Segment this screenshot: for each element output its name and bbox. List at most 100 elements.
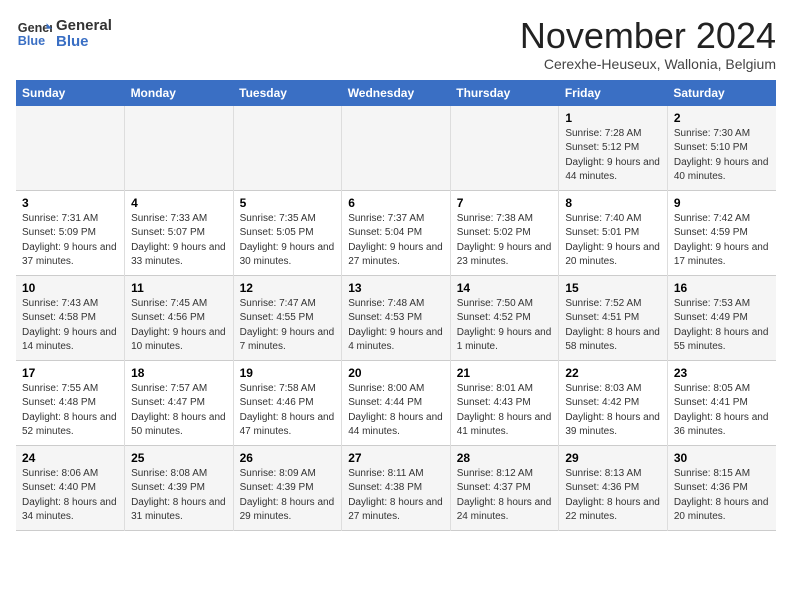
cell-w5-d7: 30Sunrise: 8:15 AM Sunset: 4:36 PM Dayli…: [667, 445, 776, 530]
cell-w1-d3: [233, 106, 342, 191]
day-info: Sunrise: 8:09 AM Sunset: 4:39 PM Dayligh…: [240, 467, 336, 525]
day-info: Sunrise: 8:01 AM Sunset: 4:43 PM Dayligh…: [457, 382, 553, 440]
col-wednesday: Wednesday: [342, 80, 451, 106]
day-number: 30: [674, 451, 770, 465]
day-number: 25: [131, 451, 227, 465]
day-info: Sunrise: 7:48 AM Sunset: 4:53 PM Dayligh…: [348, 297, 444, 355]
col-saturday: Saturday: [667, 80, 776, 106]
day-number: 5: [240, 196, 336, 210]
col-monday: Monday: [125, 80, 234, 106]
day-number: 23: [674, 366, 770, 380]
svg-text:Blue: Blue: [18, 34, 45, 48]
day-number: 15: [565, 281, 661, 295]
week-row-5: 24Sunrise: 8:06 AM Sunset: 4:40 PM Dayli…: [16, 445, 776, 530]
day-info: Sunrise: 7:38 AM Sunset: 5:02 PM Dayligh…: [457, 212, 553, 270]
day-info: Sunrise: 7:33 AM Sunset: 5:07 PM Dayligh…: [131, 212, 227, 270]
day-number: 1: [565, 111, 661, 125]
day-info: Sunrise: 7:42 AM Sunset: 4:59 PM Dayligh…: [674, 212, 770, 270]
day-info: Sunrise: 7:35 AM Sunset: 5:05 PM Dayligh…: [240, 212, 336, 270]
cell-w5-d3: 26 Sunrise: 8:09 AM Sunset: 4:39 PM Dayli…: [233, 445, 342, 530]
day-info: Sunrise: 8:11 AM Sunset: 4:38 PM Dayligh…: [348, 467, 444, 525]
day-info: Sunrise: 8:05 AM Sunset: 4:41 PM Dayligh…: [674, 382, 770, 440]
week-row-4: 17Sunrise: 7:55 AM Sunset: 4:48 PM Dayli…: [16, 360, 776, 445]
day-number: 6: [348, 196, 444, 210]
cell-w1-d6: 1Sunrise: 7:28 AM Sunset: 5:12 PM Daylig…: [559, 106, 668, 191]
day-number: 16: [674, 281, 770, 295]
day-info: Sunrise: 8:12 AM Sunset: 4:37 PM Dayligh…: [457, 467, 553, 525]
day-info: Sunrise: 7:43 AM Sunset: 4:58 PM Dayligh…: [22, 297, 118, 355]
day-info: Sunrise: 7:45 AM Sunset: 4:56 PM Dayligh…: [131, 297, 227, 355]
day-number: 22: [565, 366, 661, 380]
cell-w2-d7: 9Sunrise: 7:42 AM Sunset: 4:59 PM Daylig…: [667, 190, 776, 275]
cell-w3-d4: 13 Sunrise: 7:48 AM Sunset: 4:53 PM Dayli…: [342, 275, 451, 360]
cell-w4-d5: 21 Sunrise: 8:01 AM Sunset: 4:43 PM Dayli…: [450, 360, 559, 445]
day-info: Sunrise: 8:08 AM Sunset: 4:39 PM Dayligh…: [131, 467, 227, 525]
col-sunday: Sunday: [16, 80, 125, 106]
cell-w1-d2: [125, 106, 234, 191]
cell-w1-d4: [342, 106, 451, 191]
calendar-header: Sunday Monday Tuesday Wednesday Thursday…: [16, 80, 776, 106]
cell-w1-d1: [16, 106, 125, 191]
day-number: 14: [457, 281, 553, 295]
day-info: Sunrise: 7:47 AM Sunset: 4:55 PM Dayligh…: [240, 297, 336, 355]
day-number: 2: [674, 111, 770, 125]
location-subtitle: Cerexhe-Heuseux, Wallonia, Belgium: [520, 56, 776, 72]
cell-w5-d2: 25 Sunrise: 8:08 AM Sunset: 4:39 PM Dayli…: [125, 445, 234, 530]
cell-w5-d1: 24Sunrise: 8:06 AM Sunset: 4:40 PM Dayli…: [16, 445, 125, 530]
day-info: Sunrise: 7:57 AM Sunset: 4:47 PM Dayligh…: [131, 382, 227, 440]
cell-w4-d7: 23 Sunrise: 8:05 AM Sunset: 4:41 PM Dayli…: [667, 360, 776, 445]
cell-w2-d2: 4 Sunrise: 7:33 AM Sunset: 5:07 PM Daylig…: [125, 190, 234, 275]
day-info: Sunrise: 7:30 AM Sunset: 5:10 PM Dayligh…: [674, 127, 770, 185]
month-title: November 2024: [520, 16, 776, 56]
day-number: 7: [457, 196, 553, 210]
day-number: 19: [240, 366, 336, 380]
page-header: General Blue General Blue November 2024 …: [16, 16, 776, 72]
cell-w1-d7: 2 Sunrise: 7:30 AM Sunset: 5:10 PM Daylig…: [667, 106, 776, 191]
day-number: 10: [22, 281, 118, 295]
cell-w3-d6: 15 Sunrise: 7:52 AM Sunset: 4:51 PM Dayli…: [559, 275, 668, 360]
day-info: Sunrise: 8:03 AM Sunset: 4:42 PM Dayligh…: [565, 382, 661, 440]
day-number: 27: [348, 451, 444, 465]
cell-w2-d5: 7 Sunrise: 7:38 AM Sunset: 5:02 PM Daylig…: [450, 190, 559, 275]
header-row: Sunday Monday Tuesday Wednesday Thursday…: [16, 80, 776, 106]
day-number: 21: [457, 366, 553, 380]
cell-w3-d1: 10 Sunrise: 7:43 AM Sunset: 4:58 PM Dayli…: [16, 275, 125, 360]
title-block: November 2024 Cerexhe-Heuseux, Wallonia,…: [520, 16, 776, 72]
logo-icon: General Blue: [16, 16, 52, 52]
cell-w3-d2: 11Sunrise: 7:45 AM Sunset: 4:56 PM Dayli…: [125, 275, 234, 360]
day-number: 20: [348, 366, 444, 380]
cell-w4-d6: 22 Sunrise: 8:03 AM Sunset: 4:42 PM Dayli…: [559, 360, 668, 445]
day-info: Sunrise: 8:00 AM Sunset: 4:44 PM Dayligh…: [348, 382, 444, 440]
day-number: 8: [565, 196, 661, 210]
calendar-table: Sunday Monday Tuesday Wednesday Thursday…: [16, 80, 776, 531]
day-number: 26: [240, 451, 336, 465]
week-row-2: 3 Sunrise: 7:31 AM Sunset: 5:09 PM Daylig…: [16, 190, 776, 275]
cell-w1-d5: [450, 106, 559, 191]
cell-w2-d6: 8Sunrise: 7:40 AM Sunset: 5:01 PM Daylig…: [559, 190, 668, 275]
day-number: 28: [457, 451, 553, 465]
cell-w2-d4: 6Sunrise: 7:37 AM Sunset: 5:04 PM Daylig…: [342, 190, 451, 275]
col-friday: Friday: [559, 80, 668, 106]
day-number: 12: [240, 281, 336, 295]
logo: General Blue General Blue: [16, 16, 112, 52]
cell-w5-d4: 27 Sunrise: 8:11 AM Sunset: 4:38 PM Dayli…: [342, 445, 451, 530]
cell-w4-d4: 20 Sunrise: 8:00 AM Sunset: 4:44 PM Dayli…: [342, 360, 451, 445]
cell-w2-d3: 5 Sunrise: 7:35 AM Sunset: 5:05 PM Daylig…: [233, 190, 342, 275]
cell-w4-d3: 19 Sunrise: 7:58 AM Sunset: 4:46 PM Dayli…: [233, 360, 342, 445]
day-number: 3: [22, 196, 118, 210]
cell-w3-d3: 12 Sunrise: 7:47 AM Sunset: 4:55 PM Dayli…: [233, 275, 342, 360]
cell-w4-d2: 18 Sunrise: 7:57 AM Sunset: 4:47 PM Dayli…: [125, 360, 234, 445]
day-info: Sunrise: 7:53 AM Sunset: 4:49 PM Dayligh…: [674, 297, 770, 355]
cell-w3-d7: 16 Sunrise: 7:53 AM Sunset: 4:49 PM Dayli…: [667, 275, 776, 360]
day-info: Sunrise: 8:06 AM Sunset: 4:40 PM Dayligh…: [22, 467, 118, 525]
day-info: Sunrise: 7:31 AM Sunset: 5:09 PM Dayligh…: [22, 212, 118, 270]
cell-w2-d1: 3 Sunrise: 7:31 AM Sunset: 5:09 PM Daylig…: [16, 190, 125, 275]
day-number: 18: [131, 366, 227, 380]
day-info: Sunrise: 7:52 AM Sunset: 4:51 PM Dayligh…: [565, 297, 661, 355]
week-row-3: 10 Sunrise: 7:43 AM Sunset: 4:58 PM Dayli…: [16, 275, 776, 360]
day-number: 13: [348, 281, 444, 295]
day-number: 4: [131, 196, 227, 210]
week-row-1: 1Sunrise: 7:28 AM Sunset: 5:12 PM Daylig…: [16, 106, 776, 191]
day-info: Sunrise: 7:58 AM Sunset: 4:46 PM Dayligh…: [240, 382, 336, 440]
cell-w4-d1: 17Sunrise: 7:55 AM Sunset: 4:48 PM Dayli…: [16, 360, 125, 445]
